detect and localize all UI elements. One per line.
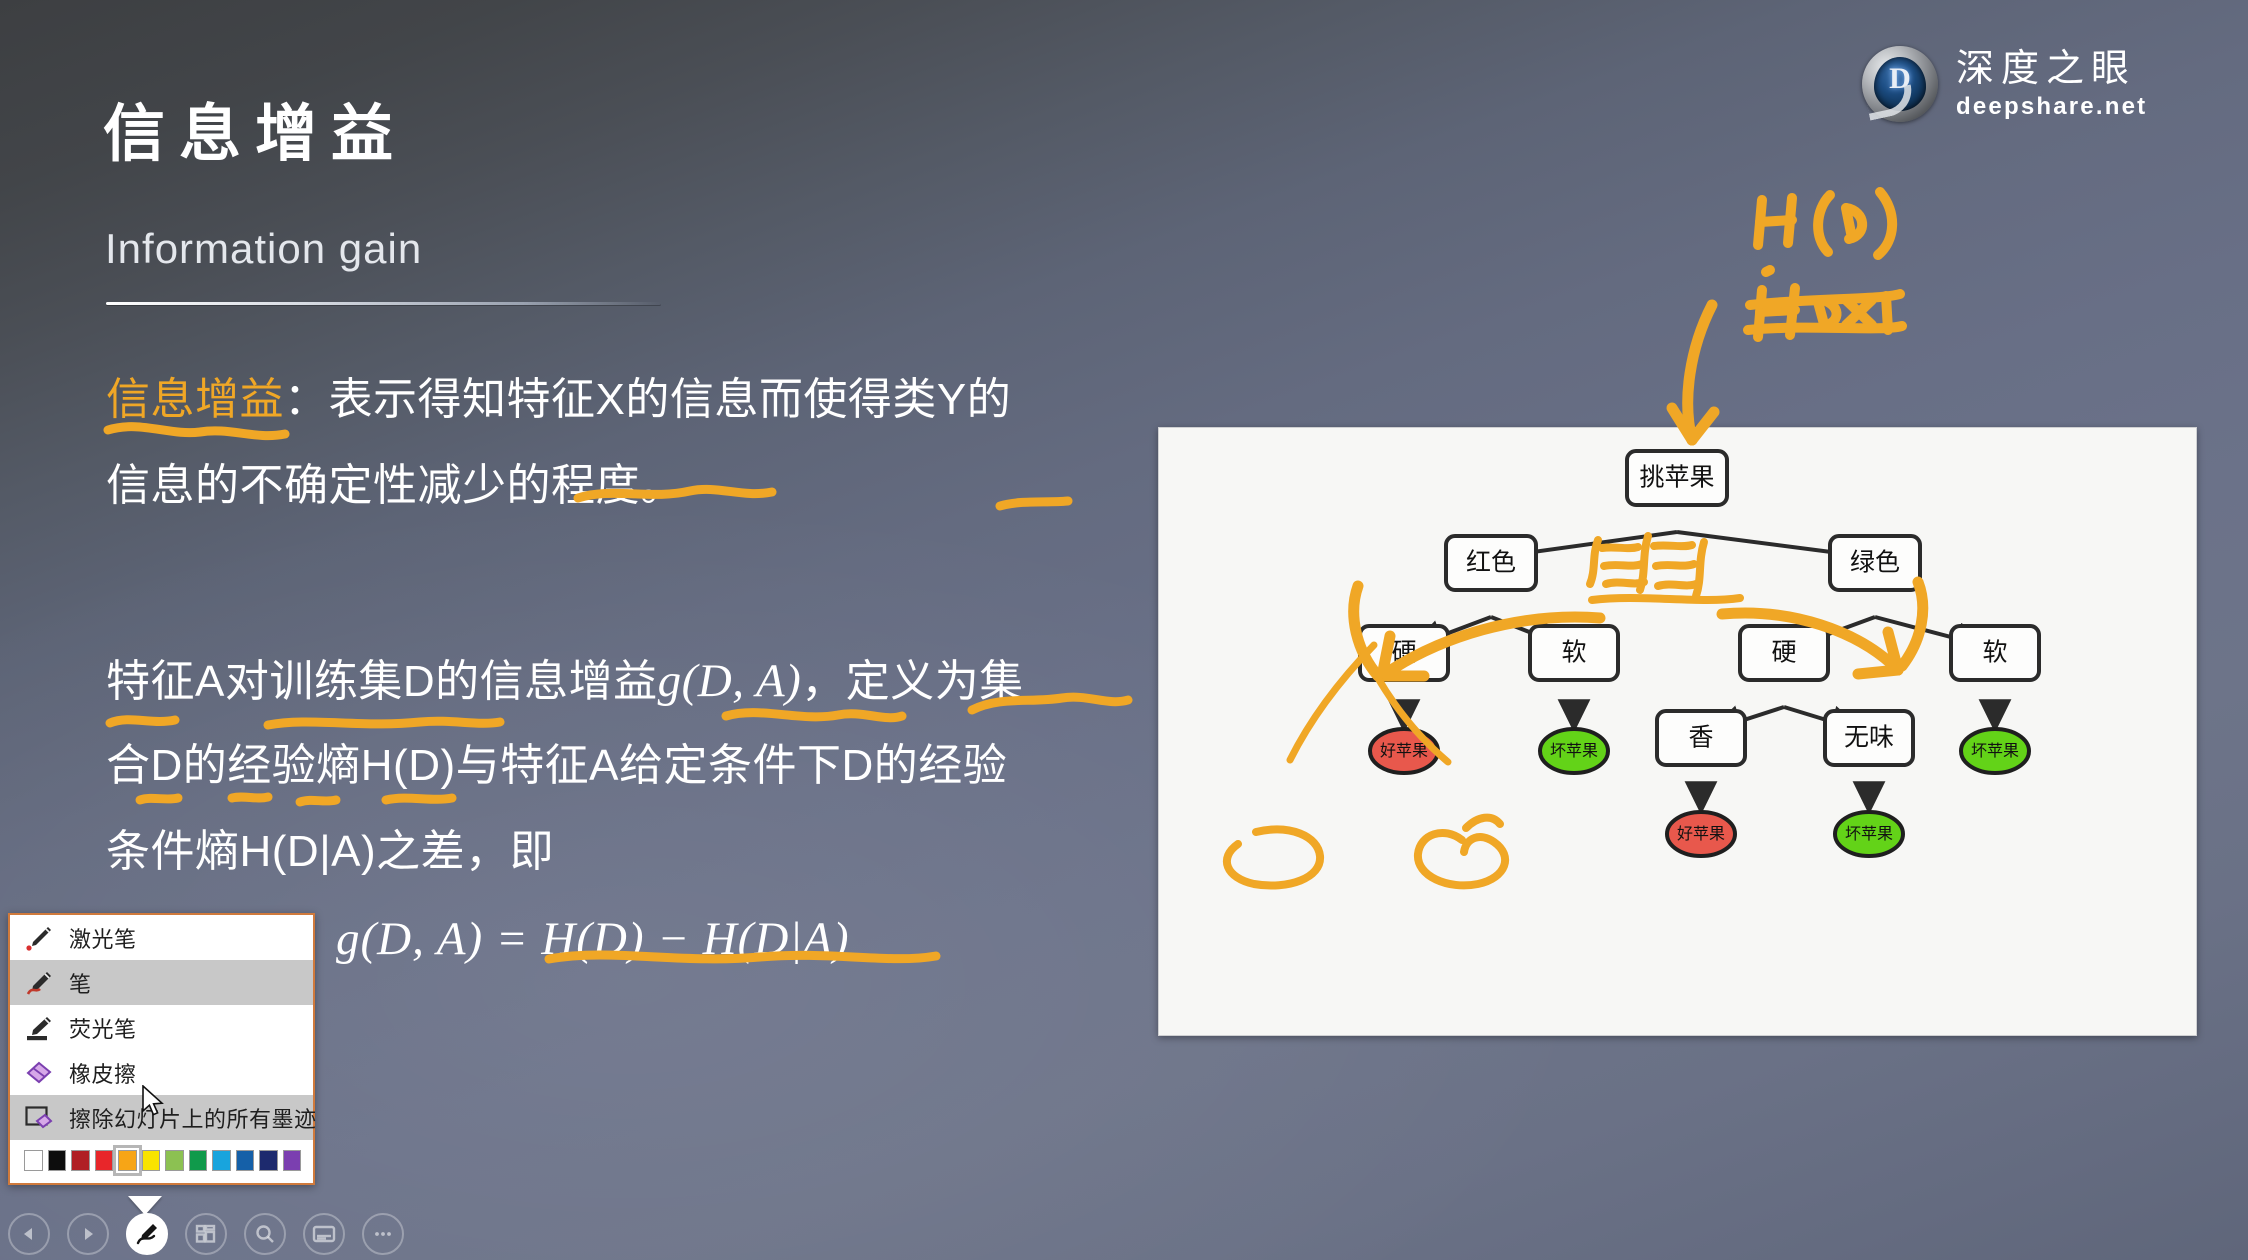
menu-item-label: 橡皮擦 [69,1061,137,1087]
mouse-cursor [142,1085,164,1116]
zoom-button[interactable] [244,1213,286,1255]
previous-slide-button[interactable] [8,1213,50,1255]
decision-tree-panel: 挑苹果 红色 绿色 硬 软 硬 软 香 无味 好苹果 坏苹果 坏苹果 好苹果 坏… [1158,427,2197,1036]
more-options-button[interactable] [362,1213,404,1255]
slideshow-toolbar[interactable] [8,1213,404,1255]
highlighter-icon [24,1014,54,1042]
tree-node-label: 挑苹果 [1639,464,1714,492]
tree-leaf: 好苹果 [1368,727,1440,775]
color-swatch-orange[interactable] [113,1145,142,1176]
laser-pointer-icon [24,924,54,952]
color-swatch-yellow[interactable] [141,1150,160,1171]
body-line-2: 信息的不确定性减少的程度。 [106,461,685,510]
tree-node-label: 软 [1982,639,2007,667]
presenter-view-button[interactable] [303,1213,345,1255]
pen-tools-button[interactable] [126,1213,168,1255]
body-line-4: 合D的经验熵H(D)与特征A给定条件下D的经验 [106,741,1008,790]
tree-node: 硬 [1738,624,1830,682]
pen-icon [24,969,54,997]
tree-node-label: 红色 [1466,549,1516,577]
body-line-1: 信息增益：表示得知特征X的信息而使得类Y的 [106,378,1011,422]
color-swatch-blue[interactable] [235,1150,254,1171]
pen-icon [136,1224,157,1245]
menu-item-pen[interactable]: 笔 [10,960,313,1005]
tree-leaf: 坏苹果 [1833,810,1905,858]
color-swatch-black[interactable] [47,1150,66,1171]
screen-icon [312,1225,336,1243]
triangle-left-icon [24,1228,32,1240]
ellipsis-icon [375,1232,391,1236]
logo-name-cn: 深度之眼 [1956,47,2137,90]
decision-tree-diagram: 挑苹果 红色 绿色 硬 软 硬 软 香 无味 好苹果 坏苹果 坏苹果 好苹果 坏… [1358,449,2041,858]
color-swatch-dark-red[interactable] [71,1150,90,1171]
ink-handwriting-hd [1753,187,1898,260]
menu-item-laser-pointer[interactable]: 激光笔 [10,915,313,960]
triangle-right-icon [85,1228,93,1240]
tree-node: 红色 [1444,534,1538,592]
ink-arrow-to-root [1666,299,1720,446]
tree-leaf-label: 坏苹果 [1845,825,1893,843]
grid-view-icon [195,1224,216,1243]
main-formula: g(D, A) = H(D) − H(D|A) [336,913,850,965]
tree-leaf-label: 好苹果 [1677,825,1725,843]
color-swatch-light-blue[interactable] [212,1150,231,1171]
color-swatch-purple[interactable] [282,1150,301,1171]
tree-node-label: 硬 [1391,639,1416,667]
tree-node: 绿色 [1828,534,1922,592]
tree-node-label: 无味 [1844,724,1894,752]
body-line-3: 特征A对训练集D的信息增益g(D, A)，定义为集 [106,658,1024,705]
title-divider [106,302,661,305]
tree-node: 挑苹果 [1625,449,1729,507]
tree-node: 软 [1528,624,1620,682]
menu-item-label: 激光笔 [69,926,137,952]
tree-leaf: 好苹果 [1665,810,1737,858]
tree-leaf-label: 好苹果 [1380,742,1428,760]
tree-node-label: 香 [1688,724,1713,752]
magnifier-icon [256,1225,274,1243]
deepshare-logo: D 深度之眼 deepshare.net [1862,46,2147,122]
page-title: 信息增益 [103,100,408,169]
next-slide-button[interactable] [67,1213,109,1255]
inline-formula-gda: g(D, A) [657,655,802,707]
color-swatch-white[interactable] [24,1150,43,1171]
tree-node-label: 绿色 [1850,549,1900,577]
eraser-icon [24,1059,54,1087]
color-swatch-red[interactable] [94,1150,113,1171]
tree-node: 香 [1655,709,1747,767]
ink-handwriting-hx-struck [1743,265,1907,342]
pen-tools-menu[interactable]: 激光笔 笔 荧光笔 橡皮擦 擦除幻灯片上的所有墨迹 [8,913,317,1185]
tree-leaf-label: 坏苹果 [1971,742,2019,760]
tree-node: 软 [1949,624,2041,682]
body-line-1-rest: ：表示得知特征X的信息而使得类Y的 [284,375,1012,424]
keyword-information-gain: 信息增益 [106,375,284,424]
body-line-5: 条件熵H(D|A)之差，即 [106,827,555,876]
tree-node-label: 软 [1561,639,1586,667]
logo-emblem-icon: D [1862,46,1938,122]
body-line-3a: 特征A对训练集D的信息增益 [106,657,658,706]
menu-item-highlighter[interactable]: 荧光笔 [10,1005,313,1050]
color-swatch-light-green[interactable] [165,1150,184,1171]
slide-grid-button[interactable] [185,1213,227,1255]
menu-item-label: 荧光笔 [69,1016,137,1042]
tree-leaf-label: 坏苹果 [1550,742,1598,760]
ink-color-swatches[interactable] [10,1140,313,1183]
menu-item-label: 笔 [69,971,92,997]
tree-node: 无味 [1823,709,1915,767]
color-swatch-dark-blue[interactable] [259,1150,278,1171]
logo-name-en: deepshare.net [1956,92,2148,120]
color-swatch-green[interactable] [188,1150,207,1171]
tree-node-label: 硬 [1771,639,1796,667]
tree-leaf: 坏苹果 [1959,727,2031,775]
tree-leaf: 坏苹果 [1538,727,1610,775]
menu-item-label: 擦除幻灯片上的所有墨迹 [69,1106,317,1132]
page-subtitle: Information gain [105,225,423,272]
body-line-3c: ，定义为集 [801,657,1024,706]
tree-node: 硬 [1358,624,1450,682]
erase-all-ink-icon [24,1104,54,1132]
